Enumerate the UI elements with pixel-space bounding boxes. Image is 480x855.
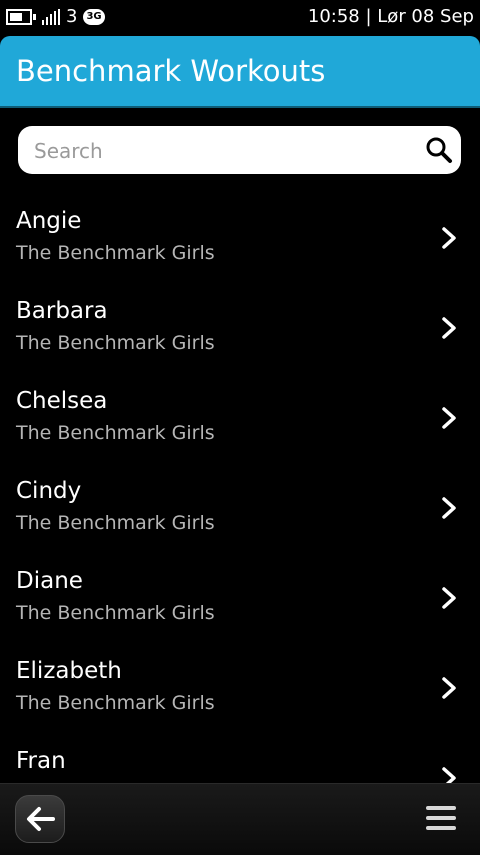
workout-name: Barbara <box>16 298 108 324</box>
status-bar: 3 3G 10:58 | Lør 08 Sep <box>0 0 480 34</box>
menu-icon[interactable] <box>426 806 456 832</box>
header-divider <box>0 106 480 108</box>
search-box[interactable] <box>18 126 461 174</box>
back-button[interactable] <box>15 795 65 843</box>
workout-name: Diane <box>16 568 83 594</box>
workout-list: Angie The Benchmark Girls Barbara The Be… <box>0 192 480 822</box>
workout-category: The Benchmark Girls <box>16 602 215 624</box>
list-item[interactable]: Cindy The Benchmark Girls <box>0 462 480 552</box>
workout-category: The Benchmark Girls <box>16 242 215 264</box>
workout-name: Chelsea <box>16 388 108 414</box>
page-title: Benchmark Workouts <box>16 54 326 88</box>
list-item[interactable]: Chelsea The Benchmark Girls <box>0 372 480 462</box>
workout-category: The Benchmark Girls <box>16 332 215 354</box>
chevron-right-icon <box>442 227 456 249</box>
search-input[interactable] <box>32 135 416 167</box>
workout-name: Elizabeth <box>16 658 122 684</box>
clock-date: 10:58 | Lør 08 Sep <box>307 6 474 27</box>
workout-name: Cindy <box>16 478 82 504</box>
list-item[interactable]: Elizabeth The Benchmark Girls <box>0 642 480 732</box>
workout-category: The Benchmark Girls <box>16 512 215 534</box>
carrier-label: 3 <box>66 6 78 27</box>
list-item[interactable]: Barbara The Benchmark Girls <box>0 282 480 372</box>
header-bar: Benchmark Workouts <box>0 36 480 106</box>
back-arrow-icon <box>27 807 55 831</box>
chevron-right-icon <box>442 677 456 699</box>
search-icon[interactable] <box>425 136 453 164</box>
status-left: 3 3G <box>6 6 105 27</box>
chevron-right-icon <box>442 317 456 339</box>
bottom-toolbar <box>0 783 480 855</box>
battery-icon <box>6 8 36 25</box>
chevron-right-icon <box>442 587 456 609</box>
list-item[interactable]: Angie The Benchmark Girls <box>0 192 480 282</box>
workout-category: The Benchmark Girls <box>16 692 215 714</box>
list-item[interactable]: Diane The Benchmark Girls <box>0 552 480 642</box>
workout-name: Angie <box>16 208 82 234</box>
chevron-right-icon <box>442 407 456 429</box>
network-badge: 3G <box>83 8 105 25</box>
workout-name: Fran <box>16 748 66 774</box>
signal-icon <box>42 8 60 25</box>
chevron-right-icon <box>442 497 456 519</box>
workout-category: The Benchmark Girls <box>16 422 215 444</box>
